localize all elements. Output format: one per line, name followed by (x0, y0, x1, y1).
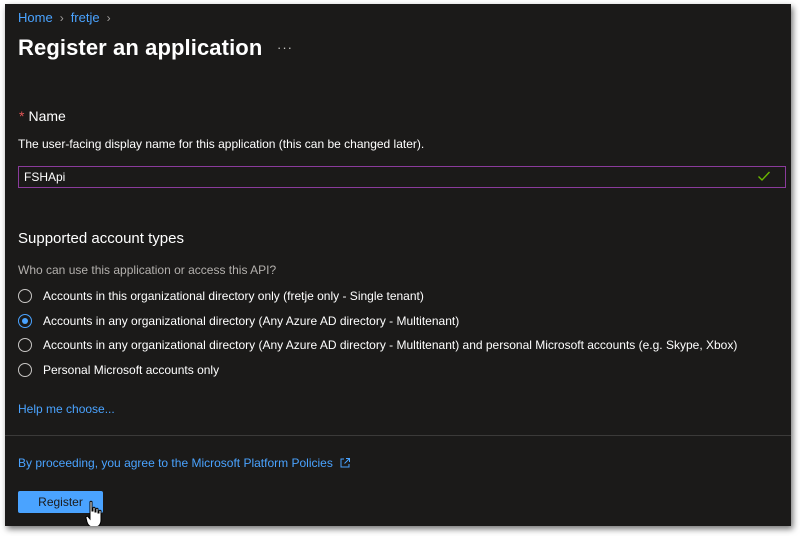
more-options-icon[interactable]: ··· (277, 40, 293, 55)
divider (5, 435, 791, 436)
account-types-question: Who can use this application or access t… (18, 263, 277, 277)
account-types-heading: Supported account types (18, 230, 184, 247)
breadcrumb: Home › fretje › (18, 10, 118, 25)
breadcrumb-tenant-link[interactable]: fretje (71, 10, 100, 25)
radio-button[interactable] (18, 338, 32, 352)
radio-button[interactable] (18, 289, 32, 303)
external-link-icon (340, 458, 350, 468)
platform-policies-link[interactable]: By proceeding, you agree to the Microsof… (18, 456, 351, 470)
required-marker: * (19, 108, 25, 124)
name-label: * Name (19, 108, 66, 124)
radio-option-multitenant-personal[interactable]: Accounts in any organizational directory… (18, 338, 737, 352)
radio-button[interactable] (18, 363, 32, 377)
radio-label: Personal Microsoft accounts only (43, 363, 220, 377)
checkmark-icon (758, 171, 771, 182)
hand-cursor-icon (85, 500, 102, 526)
breadcrumb-home-link[interactable]: Home (18, 10, 53, 25)
name-description: The user-facing display name for this ap… (18, 137, 425, 151)
radio-label: Accounts in any organizational directory… (43, 338, 738, 352)
chevron-right-icon: › (59, 10, 64, 25)
help-me-choose-link[interactable]: Help me choose... (18, 402, 115, 416)
page-title: Register an application (18, 35, 263, 60)
radio-option-personal-only[interactable]: Personal Microsoft accounts only (18, 363, 219, 377)
policy-text[interactable]: By proceeding, you agree to the Microsof… (18, 456, 333, 470)
radio-option-multitenant[interactable]: Accounts in any organizational directory… (18, 314, 459, 328)
radio-label: Accounts in this organizational director… (43, 289, 424, 303)
name-input[interactable]: FSHApi (18, 166, 786, 188)
radio-option-single-tenant[interactable]: Accounts in this organizational director… (18, 289, 424, 303)
app-frame: Home › fretje › Register an application … (5, 4, 791, 526)
chevron-right-icon: › (106, 10, 111, 25)
radio-label: Accounts in any organizational directory… (43, 314, 460, 328)
name-label-text: Name (28, 108, 66, 124)
radio-button-selected[interactable] (18, 314, 32, 328)
